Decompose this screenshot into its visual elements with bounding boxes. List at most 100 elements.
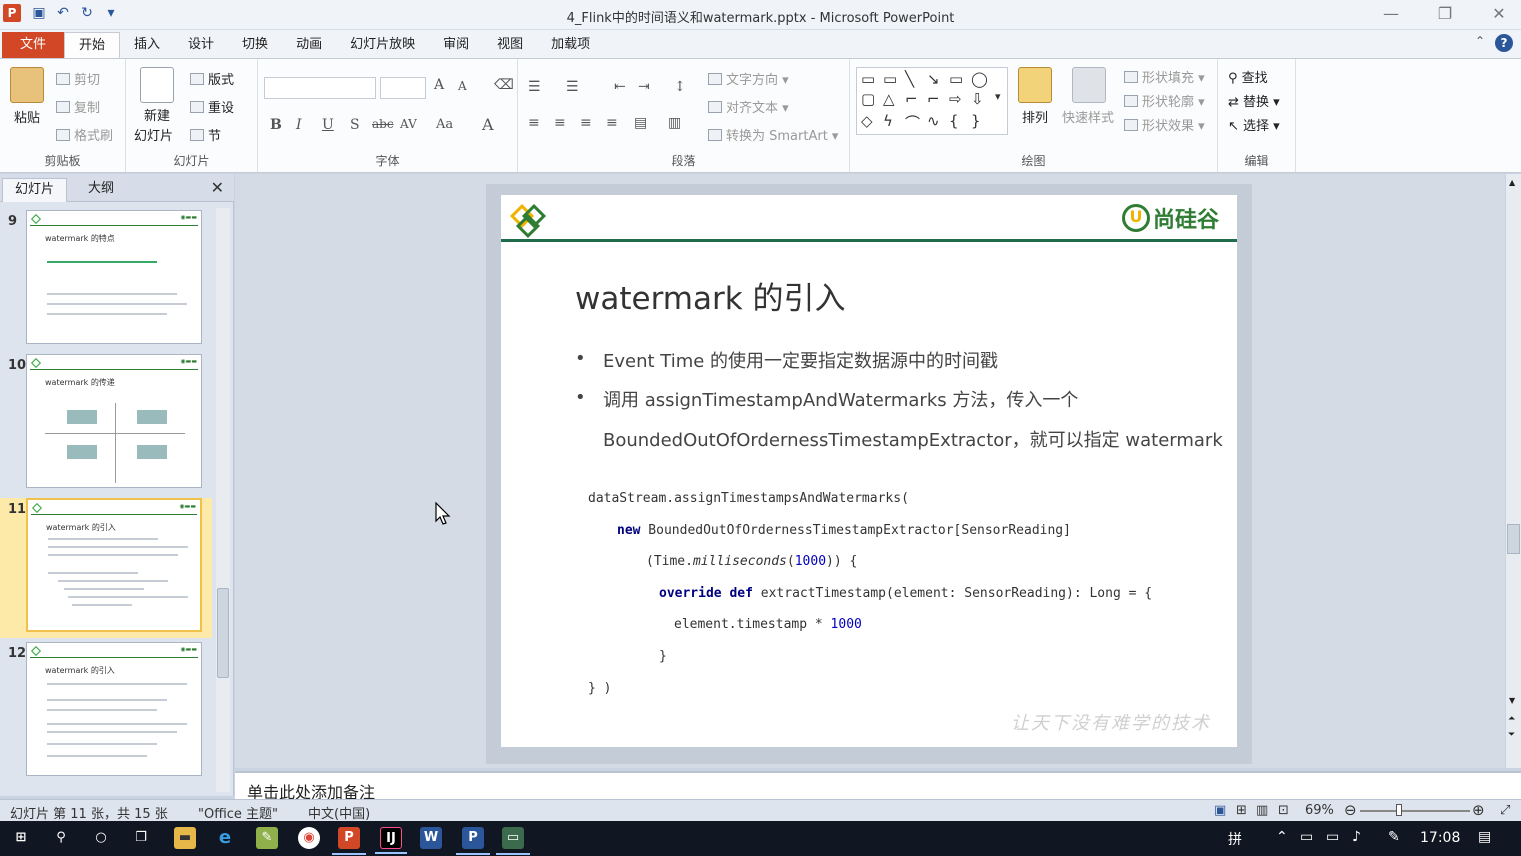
powerpoint-viewer-icon[interactable]: P (456, 827, 490, 855)
slides-scroll-thumb[interactable] (217, 588, 229, 678)
arrow-line-shape-icon[interactable]: ↘ (927, 70, 940, 88)
notifications-icon[interactable]: ▤ (1478, 829, 1491, 845)
network-icon[interactable]: ▭ (1300, 829, 1313, 845)
cortana-icon[interactable]: ○ (90, 827, 112, 849)
tab-slideshow[interactable]: 幻灯片放映 (336, 32, 429, 58)
zoom-level[interactable]: 69% (1305, 803, 1334, 818)
tab-review[interactable]: 审阅 (429, 32, 483, 58)
tab-slides[interactable]: 幻灯片 (2, 178, 68, 202)
right-brace-shape-icon[interactable]: } (971, 112, 981, 130)
tab-design[interactable]: 设计 (174, 32, 228, 58)
slides-scrollbar[interactable] (216, 208, 230, 792)
restore-icon[interactable]: ❐ (1433, 4, 1457, 23)
curve-shape-icon[interactable]: ∿ (927, 112, 940, 130)
tray-expand-icon[interactable]: ⌃ (1276, 829, 1288, 845)
tab-home[interactable]: 开始 (64, 32, 121, 58)
reading-view-icon[interactable]: ▥ (1256, 803, 1268, 818)
tab-addins[interactable]: 加载项 (537, 32, 604, 58)
paste-button[interactable]: 粘贴 (14, 107, 40, 126)
theme-status[interactable]: "Office 主题" (198, 803, 278, 822)
chrome-icon[interactable]: ◉ (298, 827, 320, 849)
task-view-icon[interactable]: ❐ (130, 827, 152, 849)
zoom-in-icon[interactable]: ⊕ (1472, 801, 1485, 819)
clear-format-icon[interactable]: ⌫ (494, 77, 514, 93)
line-spacing-icon[interactable]: ↕ (674, 79, 686, 95)
previous-slide-icon[interactable]: ⏶ (1508, 714, 1515, 724)
tab-view[interactable]: 视图 (483, 32, 537, 58)
elbow-connector-shape-icon[interactable]: ⌐ (927, 90, 940, 108)
pen-ink-icon[interactable]: ✎ (1388, 829, 1400, 845)
shrink-font-icon[interactable]: A (458, 79, 467, 93)
line-shape-icon[interactable]: ╲ (905, 70, 914, 88)
current-slide[interactable]: U 尚硅谷 watermark 的引入 • Event Time 的使用一定要指… (501, 195, 1237, 747)
format-painter-button[interactable]: 格式刷 (56, 125, 113, 144)
select-button[interactable]: ↖ 选择 ▾ (1228, 115, 1280, 134)
find-button[interactable]: ⚲ 查找 (1228, 67, 1268, 86)
align-text-button[interactable]: 对齐文本 ▾ (708, 97, 789, 116)
decrease-indent-icon[interactable]: ⇤ (614, 79, 626, 95)
slide-title[interactable]: watermark 的引入 (575, 273, 846, 318)
rectangle-shape-icon[interactable]: ▭ (949, 70, 963, 88)
replace-button[interactable]: ⇄ 替换 ▾ (1228, 91, 1280, 110)
app-window-icon[interactable]: ▭ (496, 827, 530, 855)
text-direction-button[interactable]: 文字方向 ▾ (708, 69, 789, 88)
char-spacing-button[interactable]: AV (400, 117, 417, 131)
zoom-out-icon[interactable]: ⊖ (1344, 801, 1357, 819)
grow-font-icon[interactable]: A (434, 77, 444, 93)
minimize-icon[interactable]: — (1379, 4, 1403, 23)
canvas-scroll-thumb[interactable] (1507, 524, 1520, 554)
bullets-icon[interactable]: ☰ (528, 79, 541, 95)
bold-button[interactable]: B (270, 117, 282, 133)
textbox-shape-icon[interactable]: ▭ (861, 70, 875, 88)
collapse-ribbon-icon[interactable]: ⌃ (1475, 34, 1485, 52)
oval-shape-icon[interactable]: ◯ (971, 70, 988, 88)
font-family-select[interactable] (264, 77, 376, 99)
new-slide-button[interactable]: 新建 (144, 105, 170, 124)
distributed-icon[interactable]: ▤ (634, 115, 647, 131)
cut-button[interactable]: 剪切 (56, 69, 100, 88)
canvas-scrollbar[interactable]: ▲ ▼ ⏶ ⏷ (1506, 174, 1521, 768)
slide-thumbnail-11[interactable]: 11 ◉▬▬ watermark 的引入 (0, 498, 212, 638)
triangle-shape-icon[interactable]: △ (883, 90, 895, 108)
font-size-select[interactable] (380, 77, 426, 99)
language-status[interactable]: 中文(中国) (308, 803, 370, 822)
shapes-gallery[interactable]: ▭ ▭ ╲ ↘ ▭ ◯ ▢ △ ⌐ ⌐ ⇨ ⇩ ◇ ϟ ⌒ ∿ { } ▾ (856, 67, 1008, 135)
tab-transitions[interactable]: 切换 (228, 32, 282, 58)
edge-icon[interactable]: e (214, 827, 236, 849)
scroll-down-icon[interactable]: ▼ (1509, 696, 1515, 705)
ime-indicator[interactable]: 拼 (1228, 829, 1242, 849)
columns-icon[interactable]: ▥ (668, 115, 681, 131)
zoom-slider-knob[interactable] (1396, 804, 1402, 816)
reset-button[interactable]: 重设 (190, 97, 234, 116)
smartart-button[interactable]: 转换为 SmartArt ▾ (708, 125, 838, 144)
rounded-rect-shape-icon[interactable]: ▢ (861, 90, 875, 108)
shape-fill-button[interactable]: 形状填充 ▾ (1124, 67, 1205, 86)
section-button[interactable]: 节 (190, 125, 221, 144)
italic-button[interactable]: I (296, 117, 302, 133)
new-slide-dropdown[interactable]: 幻灯片 (134, 125, 173, 144)
arc-shape-icon[interactable]: ⌒ (905, 112, 920, 133)
tab-outline[interactable]: 大纲 (76, 178, 126, 202)
next-slide-icon[interactable]: ⏷ (1508, 730, 1515, 740)
tab-file[interactable]: 文件 (2, 32, 64, 58)
tab-insert[interactable]: 插入 (120, 32, 174, 58)
paste-icon[interactable] (10, 67, 44, 103)
clock[interactable]: 17:08 (1420, 830, 1460, 846)
notepad-icon[interactable]: ✎ (256, 827, 278, 849)
slideshow-icon[interactable]: ⊡ (1278, 803, 1289, 818)
arrange-button[interactable]: 排列 (1022, 107, 1048, 126)
freeform-shape-icon[interactable]: ◇ (861, 112, 873, 130)
slide-thumbnail-9[interactable]: 9 ◉▬▬ watermark 的特点 (0, 210, 212, 350)
align-right-icon[interactable]: ≡ (580, 115, 592, 131)
align-center-icon[interactable]: ≡ (554, 115, 566, 131)
lightning-shape-icon[interactable]: ϟ (883, 112, 893, 130)
shape-effects-button[interactable]: 形状效果 ▾ (1124, 115, 1205, 134)
quick-styles-button[interactable]: 快速样式 (1062, 107, 1114, 126)
copy-button[interactable]: 复制 (56, 97, 100, 116)
slide-thumbnail-12[interactable]: 12 ◉▬▬ watermark 的引入 (0, 642, 212, 782)
increase-indent-icon[interactable]: ⇥ (638, 79, 650, 95)
quick-styles-icon[interactable] (1072, 67, 1106, 103)
scroll-up-icon[interactable]: ▲ (1509, 178, 1515, 187)
powerpoint-taskbar-icon[interactable]: P (332, 827, 366, 855)
strikethrough-button[interactable]: abc (372, 117, 394, 131)
